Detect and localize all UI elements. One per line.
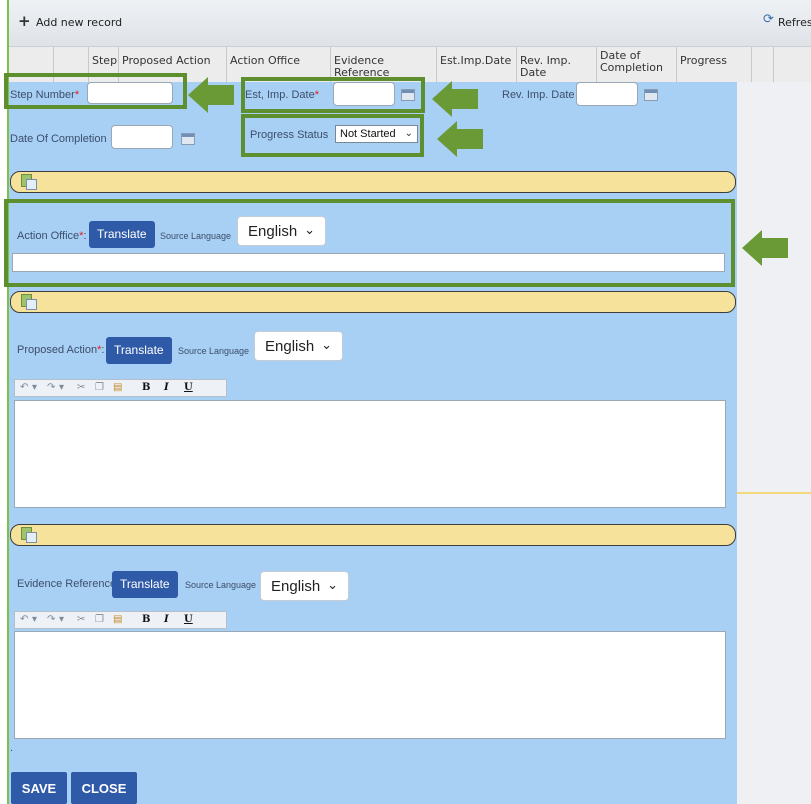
refresh-icon[interactable]: ⟳ bbox=[763, 12, 774, 27]
translate-button[interactable]: Translate bbox=[112, 571, 178, 598]
paste-icon[interactable]: ▤ bbox=[113, 614, 122, 625]
column-date-of-completion[interactable]: Date of Completion bbox=[596, 47, 676, 82]
highlight-box-action-office bbox=[4, 199, 735, 287]
language-value: English bbox=[265, 338, 315, 355]
column-progress[interactable]: Progress bbox=[676, 47, 751, 82]
chevron-down-icon[interactable]: ▾ bbox=[32, 382, 37, 393]
translate-button[interactable]: Translate bbox=[106, 337, 172, 364]
arrow-left-icon bbox=[432, 81, 478, 117]
proposed-action-label: Proposed Action*: bbox=[17, 344, 105, 356]
cut-icon[interactable]: ✂ bbox=[77, 382, 85, 393]
copy-icon[interactable]: ❐ bbox=[95, 614, 104, 625]
grid-toolbar: + Add new record ⟳ Refresh bbox=[9, 0, 811, 47]
plus-icon[interactable]: + bbox=[18, 12, 31, 30]
section-bar[interactable] bbox=[10, 291, 736, 313]
source-language-select[interactable]: English ⌄ bbox=[260, 571, 349, 601]
highlight-box-step-number bbox=[4, 73, 187, 109]
column-rev-imp-date[interactable]: Rev. Imp. Date bbox=[516, 47, 596, 82]
source-language-select[interactable]: English ⌄ bbox=[254, 331, 343, 361]
editor-toolbar: ↶ ▾ ↷ ▾ ✂ ❐ ▤ B I U bbox=[14, 611, 227, 629]
underline-button[interactable]: U bbox=[184, 614, 193, 625]
proposed-action-editor[interactable] bbox=[14, 400, 726, 508]
chevron-down-icon[interactable]: ▾ bbox=[32, 614, 37, 625]
calendar-icon[interactable] bbox=[181, 133, 195, 145]
chevron-down-icon: ⌄ bbox=[321, 337, 332, 352]
highlight-box-progress-status bbox=[241, 114, 424, 157]
bold-button[interactable]: B bbox=[142, 382, 150, 393]
italic-button[interactable]: I bbox=[164, 614, 169, 625]
language-value: English bbox=[271, 578, 321, 595]
source-language-label: Source Language bbox=[185, 580, 257, 590]
chevron-down-icon[interactable]: ▾ bbox=[59, 614, 64, 625]
rev-imp-date-label: Rev. Imp. Date bbox=[502, 89, 575, 101]
page: + Add new record ⟳ Refresh Step Proposed… bbox=[0, 0, 811, 804]
highlight-box-est-imp-date bbox=[241, 77, 425, 113]
close-button[interactable]: CLOSE bbox=[71, 772, 137, 804]
arrow-left-icon bbox=[188, 77, 234, 113]
save-button[interactable]: SAVE bbox=[11, 772, 67, 804]
document-icon bbox=[21, 294, 37, 310]
bold-button[interactable]: B bbox=[142, 614, 150, 625]
grid-column-blank-2 bbox=[751, 47, 773, 82]
date-of-completion-input[interactable] bbox=[111, 125, 173, 149]
document-icon bbox=[21, 174, 37, 190]
undo-icon[interactable]: ↶ bbox=[20, 382, 28, 393]
redo-icon[interactable]: ↷ bbox=[47, 382, 55, 393]
evidence-reference-editor[interactable] bbox=[14, 631, 726, 739]
italic-button[interactable]: I bbox=[164, 382, 169, 393]
grid-column-blank-3 bbox=[773, 47, 811, 82]
section-bar[interactable] bbox=[10, 171, 736, 193]
underline-button[interactable]: U bbox=[184, 382, 193, 393]
side-divider bbox=[737, 492, 811, 494]
grid-side-area bbox=[737, 82, 811, 804]
edit-form: Step Number* Est, Imp. Date* Rev. Imp. D… bbox=[9, 82, 737, 804]
chevron-down-icon: ⌄ bbox=[327, 577, 338, 592]
section-bar[interactable] bbox=[10, 524, 736, 546]
chevron-down-icon[interactable]: ▾ bbox=[59, 382, 64, 393]
stray-dot: . bbox=[10, 742, 14, 754]
document-icon bbox=[21, 527, 37, 543]
source-language-label: Source Language bbox=[178, 346, 250, 356]
rev-imp-date-input[interactable] bbox=[576, 82, 638, 106]
redo-icon[interactable]: ↷ bbox=[47, 614, 55, 625]
arrow-left-icon bbox=[742, 230, 788, 266]
undo-icon[interactable]: ↶ bbox=[20, 614, 28, 625]
cut-icon[interactable]: ✂ bbox=[77, 614, 85, 625]
evidence-reference-label: Evidence Reference: bbox=[17, 578, 120, 590]
add-new-record-button[interactable]: Add new record bbox=[36, 16, 122, 29]
paste-icon[interactable]: ▤ bbox=[113, 382, 122, 393]
copy-icon[interactable]: ❐ bbox=[95, 382, 104, 393]
editor-toolbar: ↶ ▾ ↷ ▾ ✂ ❐ ▤ B I U bbox=[14, 379, 227, 397]
date-of-completion-label: Date Of Completion bbox=[10, 133, 107, 145]
refresh-button[interactable]: Refresh bbox=[778, 16, 811, 29]
column-est-imp-date[interactable]: Est.Imp.Date bbox=[436, 47, 516, 82]
calendar-icon[interactable] bbox=[644, 89, 658, 101]
arrow-left-icon bbox=[437, 121, 483, 157]
